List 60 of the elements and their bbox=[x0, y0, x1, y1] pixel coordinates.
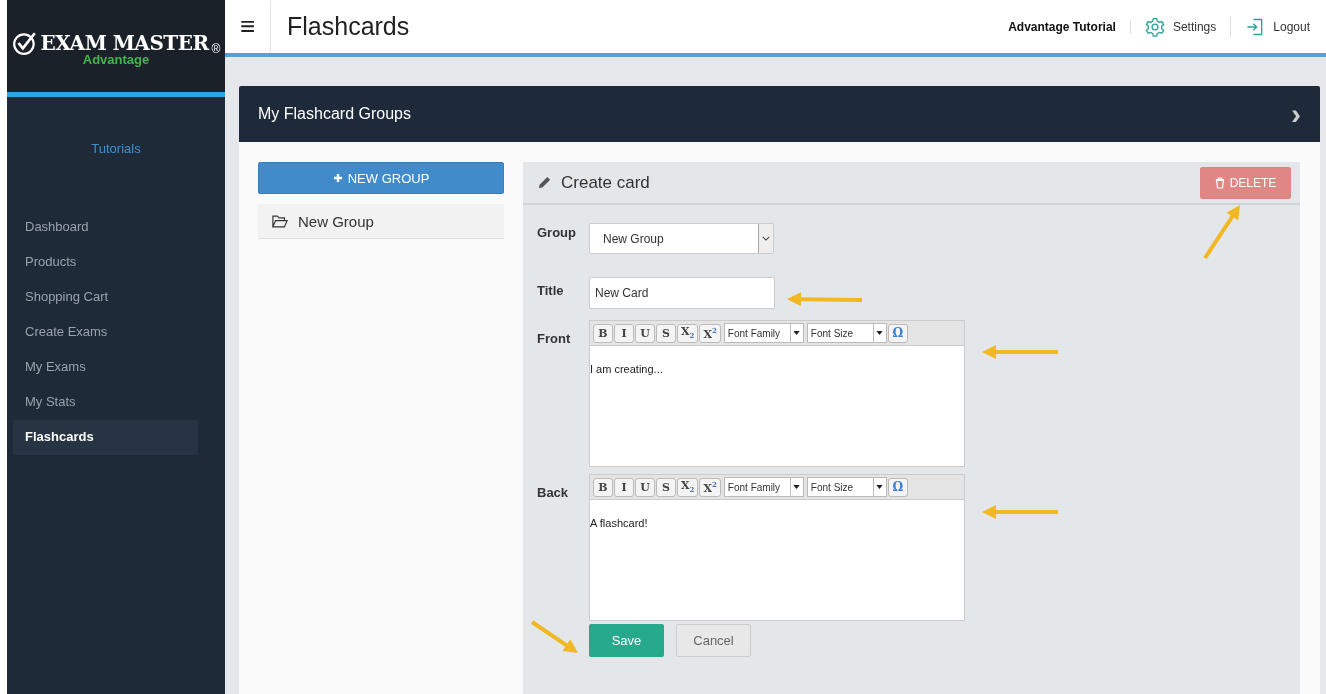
settings-link[interactable]: Settings bbox=[1130, 16, 1232, 37]
group-item[interactable]: New Group bbox=[258, 204, 504, 239]
format-button[interactable]: S bbox=[656, 477, 676, 497]
format-button[interactable]: X$^{2}$ bbox=[699, 477, 721, 497]
editor-content[interactable]: I am creating... bbox=[590, 346, 964, 466]
format-button[interactable]: U bbox=[635, 477, 655, 497]
format-button[interactable]: S bbox=[656, 323, 676, 343]
group-label: Group bbox=[537, 224, 577, 242]
font-family-dropdown[interactable]: Font Family bbox=[723, 323, 804, 343]
page-title: Flashcards bbox=[287, 12, 410, 41]
title-label: Title bbox=[537, 282, 565, 300]
special-character-button[interactable]: Ω bbox=[887, 477, 908, 497]
format-button[interactable]: U bbox=[635, 323, 655, 343]
settings-icon bbox=[1144, 16, 1165, 37]
caret-icon bbox=[793, 331, 801, 335]
sidebar-item[interactable]: Create Exams bbox=[13, 315, 198, 350]
plus-icon bbox=[332, 173, 343, 183]
editor-label: Back bbox=[537, 484, 570, 502]
trash-icon bbox=[1214, 176, 1225, 189]
sidebar-item[interactable]: Dashboard bbox=[13, 210, 198, 245]
group-dropdown[interactable]: New Group bbox=[589, 223, 774, 254]
caret-icon bbox=[762, 236, 770, 241]
sidebar-item[interactable]: My Exams bbox=[13, 350, 198, 385]
logo-subtitle: Advantage bbox=[82, 52, 150, 67]
logout-link[interactable]: Logout bbox=[1231, 16, 1310, 37]
card-title: Create card bbox=[561, 172, 650, 193]
user-name: Advantage Tutorial bbox=[1008, 19, 1131, 34]
cancel-button[interactable]: Cancel bbox=[676, 624, 751, 657]
format-button[interactable]: I bbox=[614, 477, 634, 497]
caret-icon bbox=[793, 485, 801, 489]
arrow-annotation bbox=[1203, 205, 1240, 260]
sidebar-item[interactable]: Products bbox=[13, 245, 198, 280]
title-input[interactable]: New Card bbox=[589, 277, 775, 309]
sidebar-item[interactable]: Flashcards bbox=[13, 420, 198, 455]
sidebar-item[interactable]: Shopping Cart bbox=[13, 280, 198, 315]
format-button[interactable]: B bbox=[593, 323, 613, 343]
folder-icon bbox=[272, 214, 288, 228]
logo-title: EXAM MASTER bbox=[40, 31, 209, 55]
chevron-button[interactable]: › bbox=[1291, 99, 1301, 129]
format-button[interactable]: X$_{2}$ bbox=[677, 323, 699, 343]
editor-content[interactable]: A flashcard! bbox=[590, 500, 964, 620]
format-button[interactable]: X$_{2}$ bbox=[677, 477, 699, 497]
font-family-dropdown[interactable]: Font Family bbox=[723, 477, 804, 497]
special-character-button[interactable]: Ω bbox=[887, 323, 908, 343]
panel-title: My Flashcard Groups bbox=[258, 105, 412, 123]
font-size-dropdown[interactable]: Font Size bbox=[806, 477, 887, 497]
new-group-button[interactable]: NEW GROUP bbox=[258, 162, 504, 194]
caret-icon bbox=[876, 331, 884, 335]
editor-label: Front bbox=[537, 330, 572, 348]
format-button[interactable]: I bbox=[614, 323, 634, 343]
tutorials-link[interactable]: Tutorials bbox=[7, 141, 225, 156]
check-circle-icon bbox=[11, 30, 38, 56]
sidebar-item[interactable]: My Stats bbox=[13, 385, 198, 420]
arrow-annotation bbox=[530, 620, 578, 653]
registered-mark: ® bbox=[211, 42, 221, 56]
format-button[interactable]: B bbox=[593, 477, 613, 497]
pencil-icon bbox=[537, 175, 552, 190]
font-size-dropdown[interactable]: Font Size bbox=[806, 323, 887, 343]
caret-icon bbox=[876, 485, 884, 489]
format-button[interactable]: X$^{2}$ bbox=[699, 323, 721, 343]
